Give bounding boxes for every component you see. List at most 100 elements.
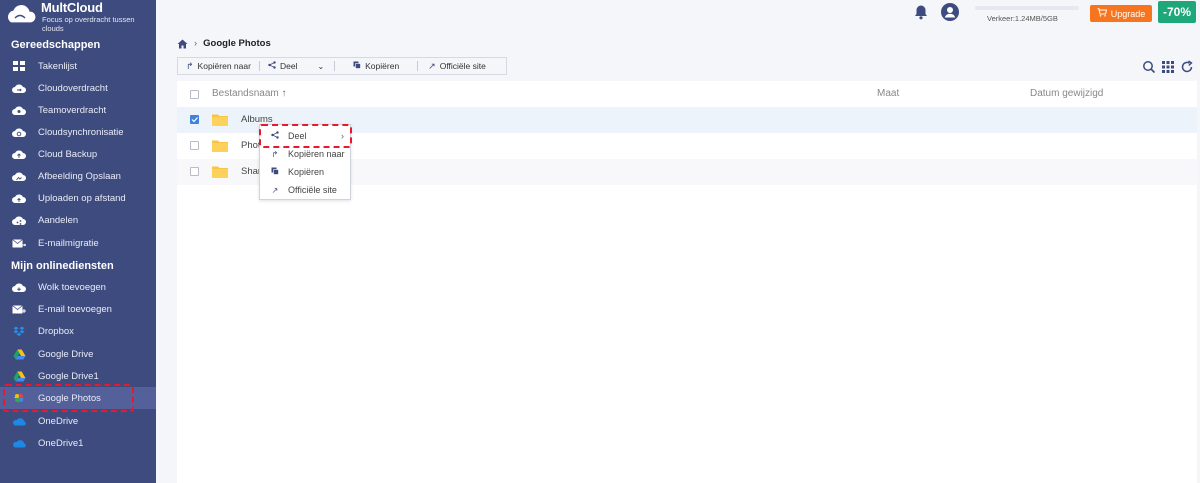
breadcrumb-current: Google Photos: [203, 38, 271, 49]
share-menu-highlight: [259, 124, 352, 148]
sidebar-item-cloudoverdracht[interactable]: Cloudoverdracht: [0, 77, 156, 99]
brand-name: MultCloud: [41, 0, 103, 15]
search-icon[interactable]: [1142, 60, 1156, 74]
sidebar-item-label: E-mailmigratie: [38, 237, 99, 249]
google-drive-icon: [12, 348, 26, 360]
sort-up-icon: ↑: [281, 88, 287, 99]
official-site-button[interactable]: ↗ Officiële site: [418, 58, 494, 74]
sidebar-item-google-drive[interactable]: Google Drive: [0, 343, 156, 365]
context-menu-item-official-site[interactable]: ↗ Officiële site: [260, 181, 350, 199]
discount-badge[interactable]: -70%: [1158, 1, 1196, 23]
context-menu-label: Kopiëren: [288, 167, 325, 177]
cart-icon: [1097, 8, 1107, 19]
cloud-upload-icon: [12, 192, 26, 204]
email-migration-icon: [12, 237, 26, 249]
logo[interactable]: MultCloud Focus op overdracht tussen clo…: [0, 0, 156, 36]
context-menu-label: Kopiëren naar: [288, 149, 345, 159]
grid-icon: [12, 60, 26, 72]
bell-icon[interactable]: [913, 4, 929, 20]
sidebar-item-label: E-mail toevoegen: [38, 303, 112, 315]
onedrive-icon: [12, 415, 26, 427]
external-link-icon: ↗: [271, 185, 279, 195]
onedrive-icon: [12, 437, 26, 449]
sidebar-item-label: Google Drive1: [38, 370, 99, 382]
traffic-label: Verkeer:1.24MB/5GB: [987, 14, 1058, 23]
sidebar-item-e-mail-toevoegen[interactable]: E-mail toevoegen: [0, 298, 156, 320]
grid-view-icon[interactable]: [1161, 60, 1175, 74]
sidebar-item-takenlijst[interactable]: Takenlijst: [0, 55, 156, 77]
copy-to-icon: ↱: [271, 149, 279, 159]
sidebar-item-label: OneDrive: [38, 415, 79, 427]
cloud-sync-icon: [12, 126, 26, 138]
copy-to-label: Kopiëren naar: [197, 61, 251, 71]
context-menu-item-copy[interactable]: Kopiëren: [260, 163, 350, 181]
upgrade-label: Upgrade: [1110, 8, 1146, 19]
table-header: Bestandsnaam ↑ Maat Datum gewijzigd: [177, 81, 1197, 107]
sidebar-item-onedrive1[interactable]: OneDrive1: [0, 432, 156, 454]
sidebar-item-wolk-toevoegen[interactable]: Wolk toevoegen: [0, 276, 156, 298]
share-button[interactable]: Deel ⌄: [260, 58, 334, 74]
copy-button[interactable]: Kopiëren: [335, 58, 417, 74]
sidebar-item-label: Dropbox: [38, 325, 74, 337]
column-size-header[interactable]: Maat: [877, 88, 899, 99]
sidebar-item-cloudsynchronisatie[interactable]: Cloudsynchronisatie: [0, 121, 156, 143]
share-label: Deel: [279, 61, 298, 71]
cloud-backup-icon: [12, 148, 26, 160]
select-all-checkbox[interactable]: [190, 90, 199, 99]
column-name-label: Bestandsnaam: [212, 88, 279, 99]
sidebar-item-afbeelding-opslaan[interactable]: Afbeelding Opslaan: [0, 165, 156, 187]
dropbox-icon: [12, 325, 26, 337]
user-icon: [944, 7, 956, 18]
copy-to-icon: ↱: [186, 60, 194, 71]
column-name-header[interactable]: Bestandsnaam ↑: [212, 88, 287, 99]
sidebar-item-aandelen[interactable]: Aandelen: [0, 209, 156, 231]
sidebar-item-label: Uploaden op afstand: [38, 192, 126, 204]
upgrade-button[interactable]: Upgrade: [1090, 5, 1152, 22]
sidebar: MultCloud Focus op overdracht tussen clo…: [0, 0, 156, 483]
sidebar-item-label: Cloud Backup: [38, 148, 98, 160]
cloud-share-icon: [12, 214, 26, 226]
context-menu-label: Officiële site: [288, 185, 337, 195]
copy-icon: [269, 167, 281, 177]
services-section-title: Mijn onlinediensten: [11, 260, 114, 272]
sidebar-item-dropbox[interactable]: Dropbox: [0, 320, 156, 342]
row-checkbox[interactable]: [190, 167, 199, 176]
add-email-icon: [12, 303, 26, 315]
official-site-label: Officiële site: [439, 61, 486, 71]
chevron-down-icon: ⌄: [317, 61, 325, 71]
sidebar-item-label: OneDrive1: [38, 437, 84, 449]
row-checkbox[interactable]: [190, 141, 199, 150]
add-cloud-icon: [12, 281, 26, 293]
sidebar-item-label: Cloudsynchronisatie: [38, 126, 124, 138]
refresh-icon[interactable]: [1180, 60, 1194, 74]
topbar: Verkeer:1.24MB/5GB Upgrade -70%: [156, 0, 1200, 28]
traffic-progress-bar: [975, 6, 1079, 10]
copy-icon: [353, 61, 361, 71]
sidebar-item-e-mailmigratie[interactable]: E-mailmigratie: [0, 232, 156, 254]
multcloud-logo-icon: [6, 3, 37, 24]
sidebar-item-uploaden-op-afstand[interactable]: Uploaden op afstand: [0, 187, 156, 209]
copy-to-button[interactable]: ↱ Kopiëren naar: [178, 58, 259, 74]
sidebar-item-cloud-backup[interactable]: Cloud Backup: [0, 143, 156, 165]
google-photos-highlight: [3, 384, 134, 412]
tools-section-title: Gereedschappen: [11, 39, 101, 51]
chevron-right-icon: ›: [194, 38, 198, 49]
sidebar-item-label: Wolk toevoegen: [38, 281, 106, 293]
sidebar-item-label: Takenlijst: [38, 60, 78, 72]
sidebar-item-label: Teamoverdracht: [38, 104, 107, 116]
column-date-header[interactable]: Datum gewijzigd: [1030, 88, 1103, 99]
share-icon: [268, 61, 276, 71]
external-link-icon: ↗: [428, 60, 436, 71]
row-checkbox[interactable]: [190, 115, 199, 124]
folder-icon: [212, 114, 228, 126]
home-icon[interactable]: [177, 39, 188, 49]
sidebar-item-label: Google Drive: [38, 348, 94, 360]
sidebar-item-label: Aandelen: [38, 214, 79, 226]
sidebar-item-onedrive[interactable]: OneDrive: [0, 410, 156, 432]
action-toolbar: ↱ Kopiëren naar Deel ⌄ Kopiëren ↗ Offici…: [177, 57, 507, 75]
folder-icon: [212, 166, 228, 178]
sidebar-item-label: Afbeelding Opslaan: [38, 170, 121, 182]
sidebar-item-teamoverdracht[interactable]: Teamoverdracht: [0, 99, 156, 121]
user-avatar[interactable]: [941, 3, 959, 21]
folder-icon: [212, 140, 228, 152]
